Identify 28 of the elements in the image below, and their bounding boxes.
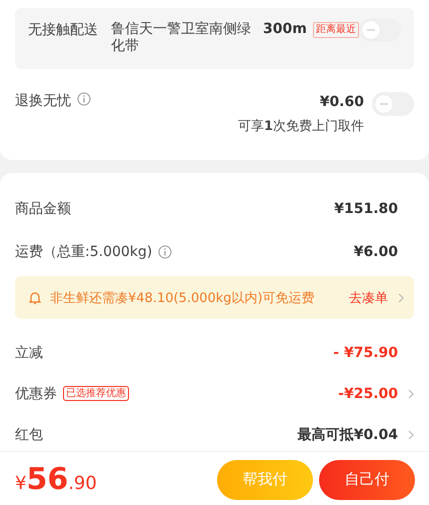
pay-button[interactable]: 自己付 [319, 460, 415, 500]
toggle-switch[interactable] [359, 18, 401, 42]
delivery-label: 无接触配送 [28, 21, 99, 39]
discount-label: 优惠券 [15, 384, 57, 402]
discount-label: 红包 [15, 426, 43, 444]
fee-value: ¥151.80 [334, 200, 398, 216]
discount-label: 立减 [15, 344, 43, 362]
discount-value: - ¥75.90 [333, 344, 398, 360]
return-service-label: 退换无忧 [15, 92, 71, 110]
pickup-note: 可享1次免费上门取件 [238, 118, 364, 135]
fee-label: 运费（总重:5.000kg) [15, 242, 152, 260]
total-price: ¥56.90 [15, 462, 97, 497]
fee-label: 商品金额 [15, 200, 71, 218]
distance-text: 300m [263, 21, 307, 37]
toggle-switch[interactable] [372, 92, 414, 116]
add-items-link[interactable]: 去凑单 [349, 288, 388, 306]
bell-icon [29, 290, 41, 304]
discount-value[interactable]: -¥25.00 [338, 386, 398, 402]
address-text: 鲁信天一警卫室南侧绿化带 [111, 21, 252, 55]
coupon-tag: 已选推荐优惠 [63, 386, 129, 401]
return-service-price: ¥0.60 [320, 93, 364, 112]
notice-text: 非生鲜还需凑¥48.10(5.000kg以内)可免运费 [50, 290, 315, 306]
nearest-tag: 距离最近 [312, 22, 359, 38]
info-icon[interactable] [77, 92, 91, 106]
info-icon[interactable] [158, 244, 172, 258]
discount-value[interactable]: 最高可抵¥0.04 [298, 426, 398, 444]
fee-value: ¥6.00 [354, 244, 398, 260]
chevron-right-icon [398, 292, 404, 302]
